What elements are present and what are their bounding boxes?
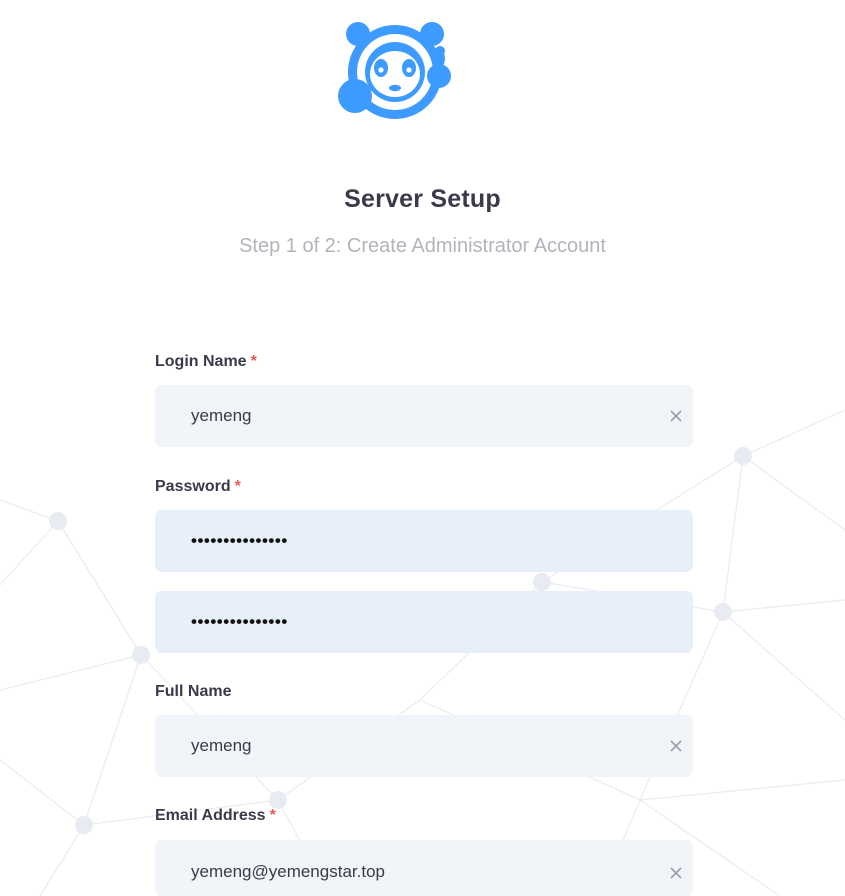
- password-label: Password *: [155, 478, 241, 496]
- email-input[interactable]: yemeng@yemengstar.top: [155, 840, 693, 896]
- password-confirm-value: •••••••••••••••: [191, 612, 288, 631]
- password-value: •••••••••••••••: [191, 531, 288, 550]
- full-name-label: Full Name: [155, 683, 231, 701]
- page-title: Server Setup: [344, 185, 501, 213]
- close-icon[interactable]: [669, 866, 683, 880]
- login-name-value: yemeng: [191, 406, 252, 425]
- email-value: yemeng@yemengstar.top: [191, 862, 385, 881]
- setup-page: Server Setup Step 1 of 2: Create Adminis…: [0, 0, 845, 896]
- email-label: Email Address *: [155, 807, 276, 825]
- panda-headset-logo-icon: [338, 22, 451, 119]
- password-confirm-input[interactable]: •••••••••••••••: [155, 591, 693, 653]
- password-label-text: Password: [155, 478, 231, 495]
- full-name-value: yemeng: [191, 736, 252, 755]
- required-marker: *: [250, 353, 257, 370]
- close-icon[interactable]: [669, 409, 683, 423]
- login-name-input[interactable]: yemeng: [155, 385, 693, 447]
- login-name-label: Login Name *: [155, 353, 257, 371]
- password-input[interactable]: •••••••••••••••: [155, 510, 693, 572]
- email-label-text: Email Address: [155, 807, 266, 824]
- step-subtitle: Step 1 of 2: Create Administrator Accoun…: [239, 235, 606, 257]
- full-name-input[interactable]: yemeng: [155, 715, 693, 777]
- required-marker: *: [269, 807, 276, 824]
- required-marker: *: [234, 478, 241, 495]
- full-name-label-text: Full Name: [155, 683, 232, 700]
- login-name-label-text: Login Name: [155, 353, 247, 370]
- close-icon[interactable]: [669, 739, 683, 753]
